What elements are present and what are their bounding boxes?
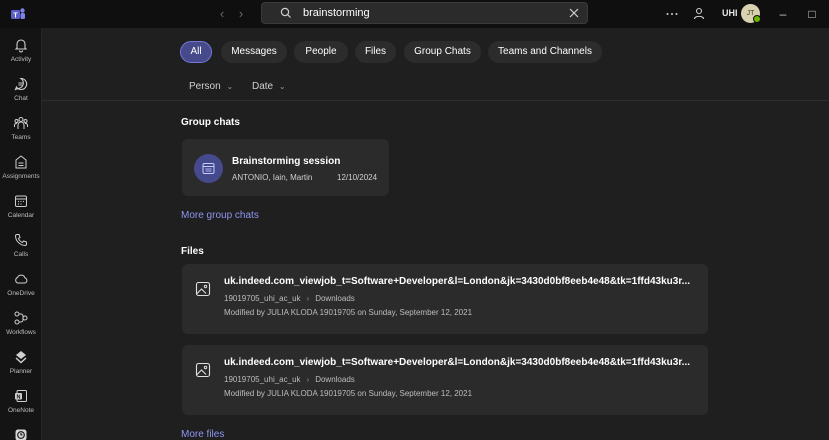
app-rail: Activity Chat Teams Assignments Calendar… [0,28,42,440]
teams-icon [14,117,28,129]
file-owner: 19019705_uhi_ac_uk [224,294,301,303]
date-filter-dropdown[interactable]: Date ⌄ [252,81,286,92]
rail-label: Assignments [2,173,40,180]
svg-text:T: T [13,13,18,20]
file-modified: Modified by JULIA KLODA 19019705 on Sund… [224,389,473,398]
title-bar: T ‹ › brainstorming UHI JT – □ [0,0,829,28]
chevron-down-icon: ⌄ [278,82,286,91]
chevron-right-icon: › [306,294,310,303]
rail-item-workflows[interactable]: Workflows [0,306,42,344]
more-options-icon[interactable] [664,6,680,22]
more-files-link[interactable]: More files [181,429,224,440]
rail-label: Workflows [6,329,36,336]
date-filter-label: Date [252,81,274,92]
org-switch-icon[interactable] [691,6,707,22]
rail-label: Teams [11,134,31,141]
person-filter-dropdown[interactable]: Person ⌄ [189,81,233,92]
group-chats-heading: Group chats [181,117,240,128]
tab-people[interactable]: People [294,41,348,63]
chevron-down-icon: ⌄ [226,82,234,91]
rail-item-calls[interactable]: Calls [0,228,42,266]
org-label[interactable]: UHI [722,8,738,18]
files-heading: Files [181,246,204,257]
rail-item-calendar[interactable]: Calendar [0,189,42,227]
tab-files[interactable]: Files [355,41,396,63]
rail-label: Calendar [7,212,35,219]
group-chat-card[interactable]: Brainstorming session ANTONIO, Iain, Mar… [182,139,389,196]
more-group-chats-link[interactable]: More group chats [181,210,259,221]
cloud-icon [15,274,28,284]
file-location: 19019705_uhi_ac_uk › Downloads [224,294,355,303]
group-chat-date: 12/10/2024 [337,173,378,182]
svg-text:N: N [17,394,21,400]
file-location: 19019705_uhi_ac_uk › Downloads [224,375,355,384]
rail-label: OneNote [7,407,35,414]
rail-label: Planner [9,368,33,375]
file-result[interactable]: uk.indeed.com_viewjob_t=Software+Develop… [182,264,708,334]
forward-arrow-icon[interactable]: › [232,5,250,23]
tab-group-chats[interactable]: Group Chats [404,41,481,63]
rail-label: Calls [13,251,29,258]
image-file-icon [195,281,211,297]
phone-icon [14,234,27,247]
group-chat-avatar [194,154,223,183]
image-file-icon [195,362,211,378]
close-icon[interactable] [567,6,581,20]
rail-item-planner[interactable]: Planner [0,345,42,383]
minimize-button[interactable]: – [774,5,792,23]
bell-icon [14,39,28,53]
calendar-icon [15,195,27,207]
file-modified: Modified by JULIA KLODA 19019705 on Sund… [224,308,473,317]
rail-item-onenote[interactable]: N OneNote [0,384,42,422]
rail-item-chat[interactable]: Chat [0,72,42,110]
divider [42,100,829,101]
search-input[interactable]: brainstorming [261,2,588,24]
tab-all[interactable]: All [180,41,212,63]
file-name: uk.indeed.com_viewjob_t=Software+Develop… [224,276,691,287]
file-name: uk.indeed.com_viewjob_t=Software+Develop… [224,357,691,368]
maximize-button[interactable]: □ [803,5,821,23]
chat-icon [14,77,28,91]
group-chat-members: ANTONIO, Iain, Martin [232,173,313,182]
file-folder: Downloads [315,294,355,303]
clock-icon [15,429,27,440]
search-icon [280,7,291,18]
rail-label: Chat [14,95,28,102]
workflows-icon [14,311,28,325]
person-filter-label: Person [189,81,221,92]
planner-icon [15,351,27,364]
file-result[interactable]: uk.indeed.com_viewjob_t=Software+Develop… [182,345,708,415]
teams-logo-icon: T [11,8,25,20]
tab-teams-and-channels[interactable]: Teams and Channels [488,41,602,63]
rail-item-teams[interactable]: Teams [0,111,42,149]
rail-item-onedrive[interactable]: OneDrive [0,267,42,305]
rail-label: Activity [10,56,32,63]
rail-item-activity[interactable]: Activity [0,33,42,71]
tab-messages[interactable]: Messages [221,41,287,63]
group-chat-name: Brainstorming session [232,156,341,167]
onenote-icon: N [15,390,27,402]
assignments-icon [15,155,27,169]
rail-label: OneDrive [7,290,35,297]
file-owner: 19019705_uhi_ac_uk [224,375,301,384]
file-folder: Downloads [315,375,355,384]
rail-item-assignments[interactable]: Assignments [0,150,42,188]
back-arrow-icon[interactable]: ‹ [213,5,231,23]
search-query[interactable]: brainstorming [303,7,370,19]
rail-item-more-app[interactable] [0,423,42,440]
chevron-right-icon: › [306,375,310,384]
presence-badge [753,15,761,23]
calendar-icon [202,163,215,174]
